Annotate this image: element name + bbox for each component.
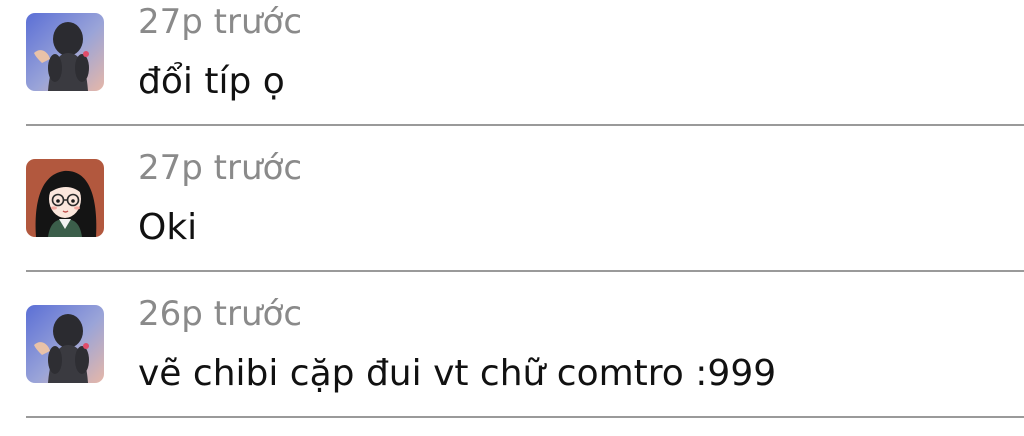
comment-timestamp: 27p trước: [138, 2, 303, 42]
comment-timestamp: 26p trước: [138, 294, 303, 334]
user-photo-avatar-icon: [26, 305, 104, 383]
avatar[interactable]: [26, 305, 104, 383]
comment-text: đổi típ ọ: [138, 61, 285, 102]
comment-text: vẽ chibi cặp đui vt chữ comtro :999: [138, 353, 777, 394]
avatar[interactable]: [26, 13, 104, 91]
comment-timestamp: 27p trước: [138, 148, 303, 188]
comment-list: 27p trước đổi típ ọ 27p trước Oki 26p tr…: [0, 0, 1024, 436]
comment-item[interactable]: 27p trước Oki: [0, 126, 1024, 272]
user-photo-avatar-icon: [26, 13, 104, 91]
comment-item[interactable]: 26p trước vẽ chibi cặp đui vt chữ comtro…: [0, 272, 1024, 418]
cartoon-girl-avatar-icon: [26, 159, 104, 237]
divider: [26, 416, 1024, 418]
avatar[interactable]: [26, 159, 104, 237]
comment-item[interactable]: 27p trước đổi típ ọ: [0, 0, 1024, 126]
comment-text: Oki: [138, 207, 198, 248]
